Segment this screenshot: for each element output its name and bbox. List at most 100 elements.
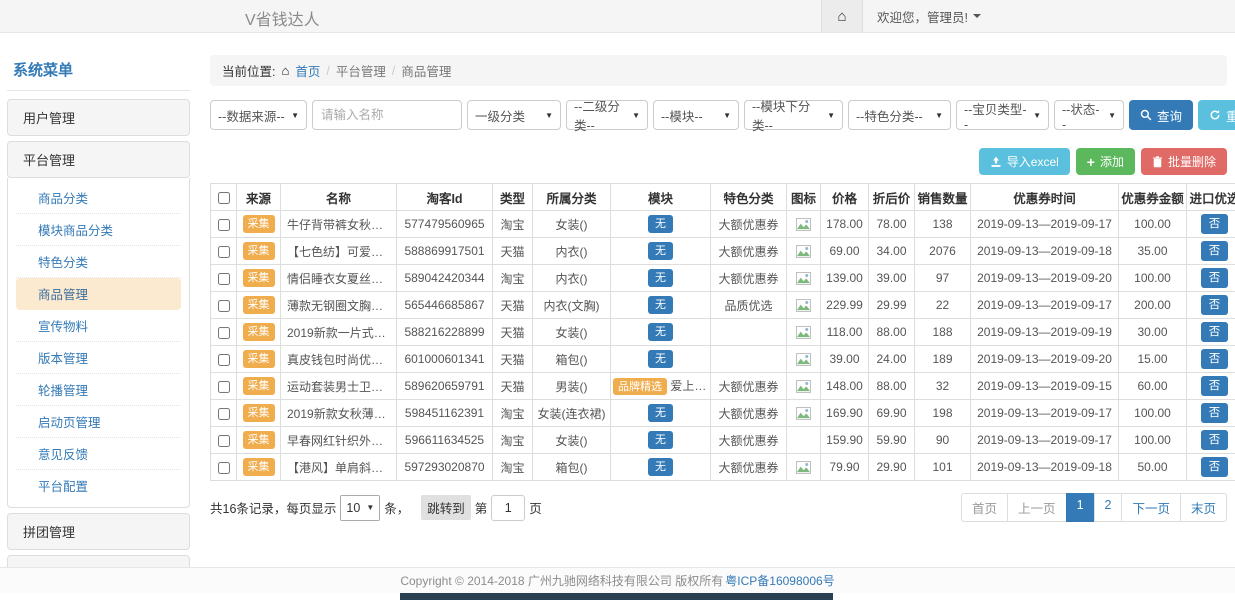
special-category-cell: 大额优惠券: [711, 238, 787, 265]
import-select-cell: 否: [1187, 238, 1235, 265]
import-toggle-button[interactable]: 否: [1201, 322, 1229, 342]
taoke-id-cell: 601000601341: [397, 346, 493, 373]
filter-select-二级分类[interactable]: --二级分类--▼: [566, 100, 648, 130]
page-button-上一页: 上一页: [1007, 493, 1067, 522]
filter-select-模块[interactable]: --模块--▼: [653, 100, 739, 130]
sidebar-panel-bottom-0[interactable]: 拼团管理: [7, 513, 190, 550]
filter-select-数据来源[interactable]: --数据来源--▼: [210, 100, 307, 130]
row-checkbox[interactable]: [218, 354, 230, 366]
sidebar-panel-0[interactable]: 用户管理: [7, 99, 190, 136]
row-checkbox[interactable]: [218, 435, 230, 447]
coupon-time-cell: 2019-09-13—2019-09-17: [971, 292, 1119, 319]
category-cell: 女装(): [533, 211, 611, 238]
sidebar-panel-1[interactable]: 平台管理: [7, 141, 190, 178]
module-cell: 无: [611, 211, 711, 238]
page-button-末页[interactable]: 末页: [1180, 493, 1227, 522]
add-button[interactable]: + 添加: [1076, 148, 1135, 175]
home-button[interactable]: ⌂: [821, 0, 863, 32]
sidebar-item-意见反馈[interactable]: 意见反馈: [16, 438, 181, 470]
breadcrumb-home-link[interactable]: 首页: [295, 61, 320, 80]
import-excel-button[interactable]: 导入excel: [979, 148, 1070, 175]
import-toggle-button[interactable]: 否: [1201, 430, 1229, 450]
row-checkbox[interactable]: [218, 219, 230, 231]
taoke-id-cell: 588869917501: [397, 238, 493, 265]
row-select-cell: [211, 319, 237, 346]
coupon-time-cell: 2019-09-13—2019-09-15: [971, 373, 1119, 400]
sidebar-item-商品管理[interactable]: 商品管理: [16, 278, 181, 310]
sales-cell: 90: [915, 427, 971, 454]
discount-price-cell: 88.00: [869, 319, 915, 346]
filter-select-状态[interactable]: --状态--▼: [1054, 100, 1124, 130]
import-toggle-button[interactable]: 否: [1201, 268, 1229, 288]
reset-button[interactable]: 重置: [1198, 100, 1235, 130]
records-total-text: 共16条记录，每页显示: [210, 498, 336, 517]
import-toggle-button[interactable]: 否: [1201, 241, 1229, 261]
coupon-time-cell: 2019-09-13—2019-09-17: [971, 427, 1119, 454]
batch-delete-button[interactable]: 批量删除: [1141, 148, 1227, 175]
category-cell: 女装(连衣裙): [533, 400, 611, 427]
module-text: 爱上运动: [670, 379, 710, 393]
sidebar-item-特色分类[interactable]: 特色分类: [16, 246, 181, 278]
sidebar-item-版本管理[interactable]: 版本管理: [16, 342, 181, 374]
price-cell: 169.90: [821, 400, 869, 427]
filter-select-模块下分类[interactable]: --模块下分类--▼: [744, 100, 843, 130]
special-category-cell: 大额优惠券: [711, 427, 787, 454]
icon-cell: [787, 400, 821, 427]
source-cell: 采集: [237, 211, 281, 238]
row-checkbox[interactable]: [218, 408, 230, 420]
import-select-cell: 否: [1187, 319, 1235, 346]
category-cell: 内衣(文胸): [533, 292, 611, 319]
category-cell: 内衣(): [533, 238, 611, 265]
sidebar-item-宣传物料[interactable]: 宣传物料: [16, 310, 181, 342]
sidebar-item-平台配置[interactable]: 平台配置: [16, 470, 181, 501]
import-toggle-button[interactable]: 否: [1201, 214, 1229, 234]
sales-cell: 198: [915, 400, 971, 427]
image-icon: [796, 407, 811, 420]
sidebar-item-商品分类[interactable]: 商品分类: [16, 182, 181, 214]
sidebar-item-模块商品分类[interactable]: 模块商品分类: [16, 214, 181, 246]
name-search-input[interactable]: [312, 100, 462, 130]
sidebar-title: 系统菜单: [7, 55, 190, 91]
jump-button[interactable]: 跳转到: [421, 495, 471, 520]
sidebar-item-轮播管理[interactable]: 轮播管理: [16, 374, 181, 406]
per-page-select[interactable]: 10 ▼: [340, 495, 380, 521]
category-cell: 箱包(): [533, 454, 611, 481]
import-toggle-button[interactable]: 否: [1201, 376, 1229, 396]
icon-cell: [787, 211, 821, 238]
icp-link[interactable]: 粤ICP备16098006号: [725, 572, 834, 589]
page-button-下一页[interactable]: 下一页: [1121, 493, 1181, 522]
filter-select-一级分类[interactable]: 一级分类▼: [467, 100, 561, 130]
filter-select-宝贝类型[interactable]: --宝贝类型--▼: [956, 100, 1049, 130]
table-row: 采集牛仔背带裤女秋装减龄...577479560965淘宝女装()无大额优惠券1…: [211, 211, 1235, 238]
source-cell: 采集: [237, 265, 281, 292]
import-toggle-button[interactable]: 否: [1201, 349, 1229, 369]
import-toggle-button[interactable]: 否: [1201, 457, 1229, 477]
search-button[interactable]: 查询: [1129, 100, 1193, 130]
filter-select-特色分类[interactable]: --特色分类--▼: [848, 100, 951, 130]
row-checkbox[interactable]: [218, 462, 230, 474]
row-checkbox[interactable]: [218, 273, 230, 285]
module-cell: 无: [611, 427, 711, 454]
row-select-cell: [211, 400, 237, 427]
select-all-checkbox[interactable]: [218, 192, 230, 204]
module-cell: 无: [611, 238, 711, 265]
name-cell: 【七色纺】可爱纯棉家...: [281, 238, 397, 265]
import-toggle-button[interactable]: 否: [1201, 403, 1229, 423]
row-checkbox[interactable]: [218, 246, 230, 258]
coupon-amount-cell: 100.00: [1119, 400, 1187, 427]
user-menu[interactable]: 欢迎您，管理员!: [863, 0, 995, 32]
row-checkbox[interactable]: [218, 327, 230, 339]
upload-icon: [990, 156, 1002, 168]
column-header-优惠券金额: 优惠券金额: [1119, 184, 1187, 211]
source-cell: 采集: [237, 292, 281, 319]
jump-page-input[interactable]: [491, 495, 525, 521]
row-checkbox[interactable]: [218, 300, 230, 312]
page-button-2[interactable]: 2: [1094, 493, 1123, 522]
module-badge: 无: [648, 296, 673, 314]
row-checkbox[interactable]: [218, 381, 230, 393]
column-header-图标: 图标: [787, 184, 821, 211]
module-badge: 无: [648, 215, 673, 233]
name-cell: 2019新款一片式系...: [281, 319, 397, 346]
sidebar-item-启动页管理[interactable]: 启动页管理: [16, 406, 181, 438]
import-toggle-button[interactable]: 否: [1201, 295, 1229, 315]
